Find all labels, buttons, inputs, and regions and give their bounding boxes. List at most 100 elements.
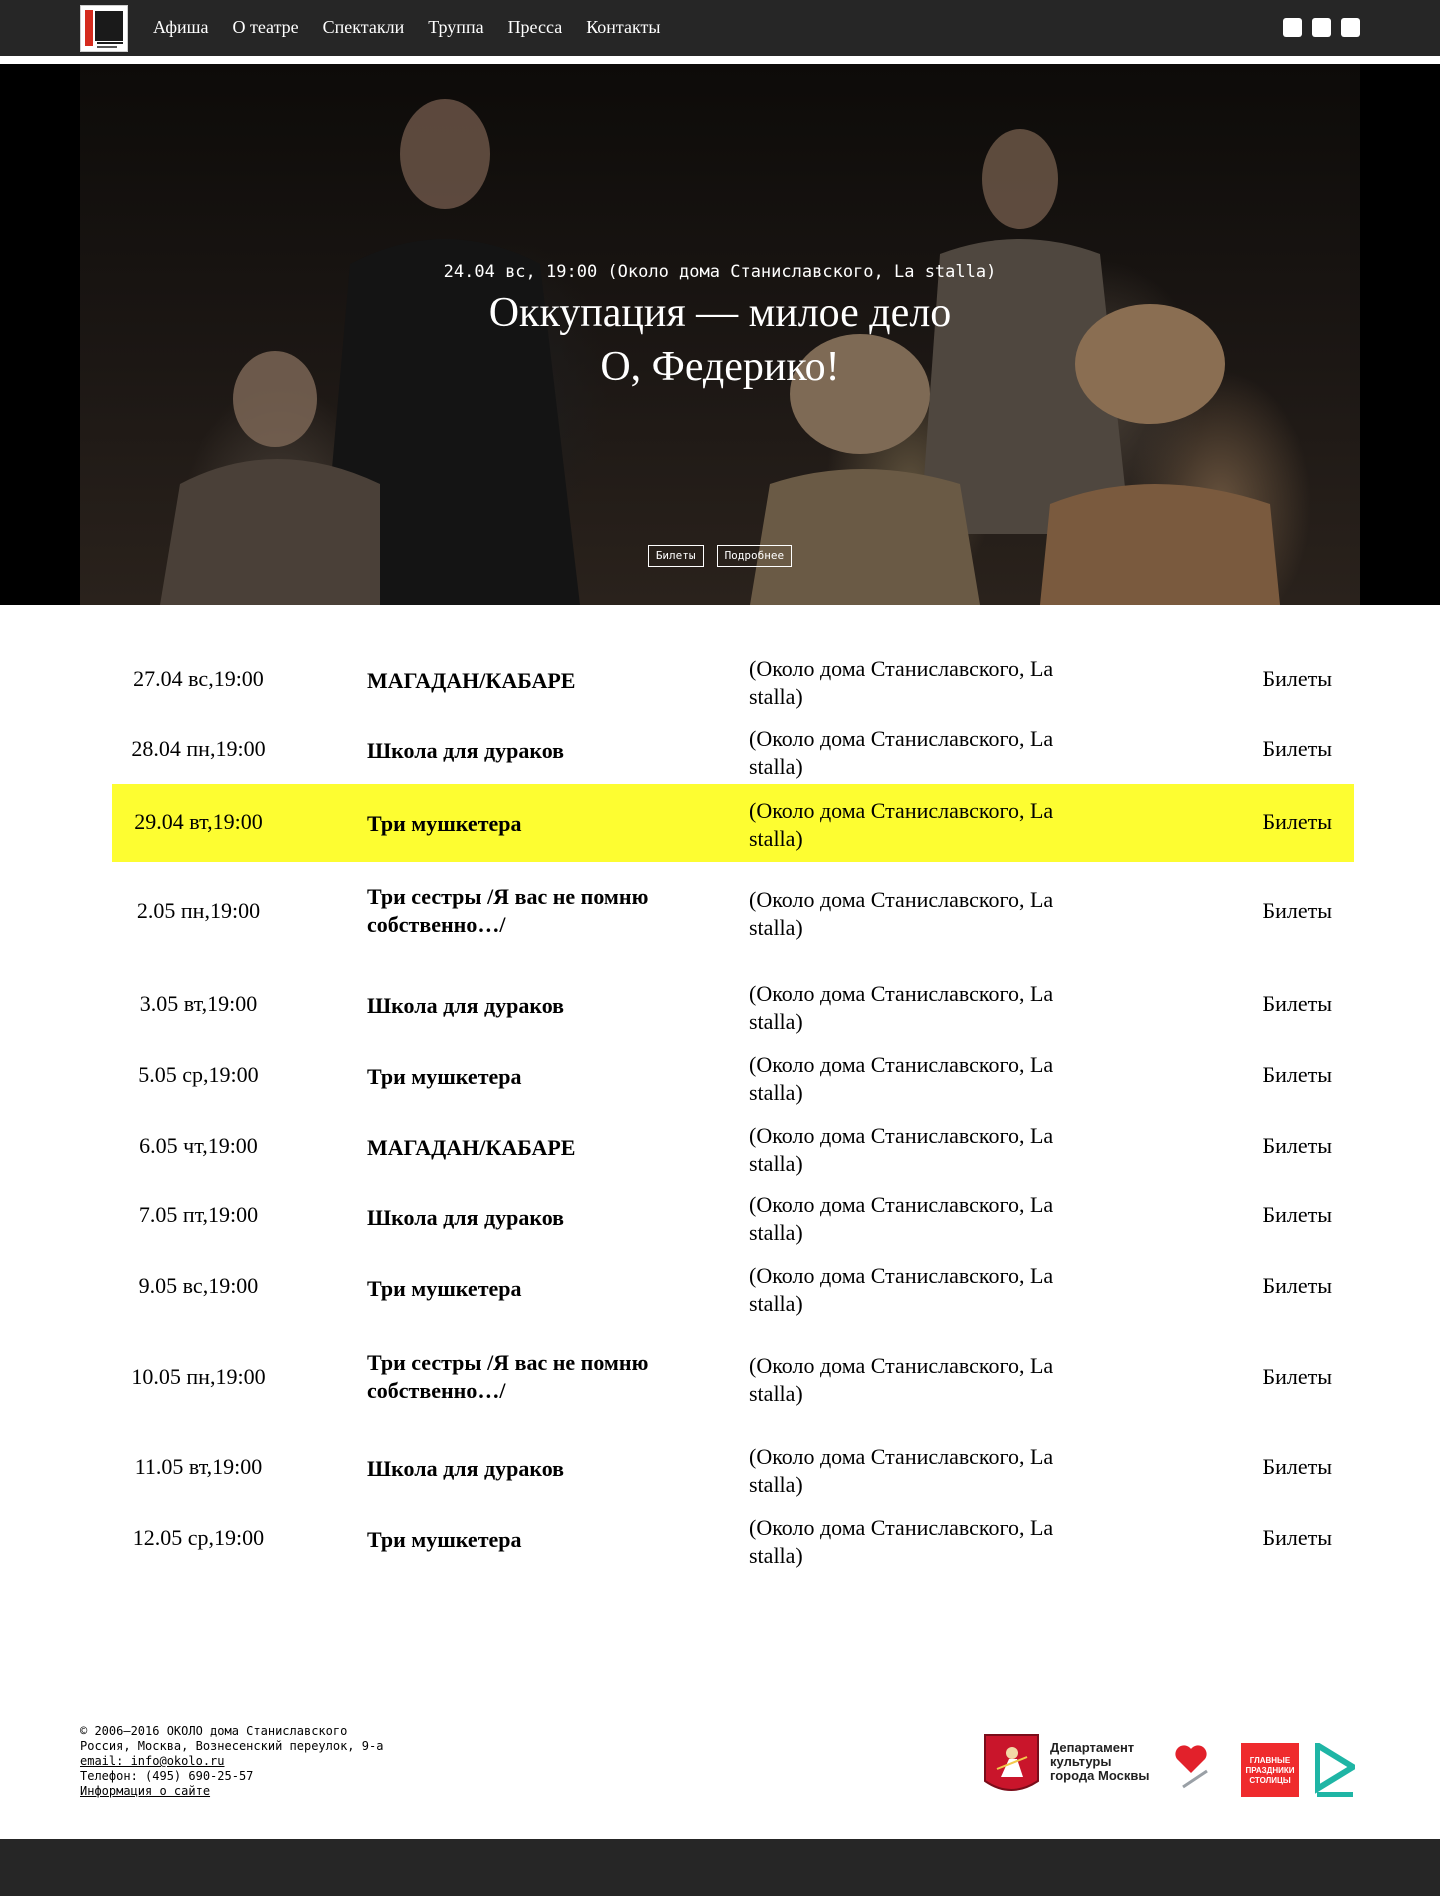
event-place: (Около дома Станиславского, La stalla) <box>749 1192 1054 1245</box>
event-place: (Около дома Станиславского, La stalla) <box>749 1353 1054 1406</box>
event-date: 29.04 вт,19:00 <box>134 809 263 834</box>
schedule-row-highlighted: 29.04 вт,19:00 Три мушкетера (Около дома… <box>112 784 1354 862</box>
i-love-moscow-icon[interactable] <box>1173 1743 1209 1789</box>
event-tickets-link[interactable]: Билеты <box>1262 665 1332 693</box>
event-title[interactable]: Три мушкетера <box>367 1526 697 1554</box>
schedule-row: 12.05 ср,19:00 Три мушкетера (Около дома… <box>112 1503 1354 1574</box>
event-tickets-link[interactable]: Билеты <box>1262 1132 1332 1160</box>
schedule-row: 2.05 пн,19:00 Три сестры /Я вас не помню… <box>112 862 1354 974</box>
event-date: 12.05 ср,19:00 <box>132 1525 265 1550</box>
footer-email-link[interactable]: email: info@okolo.ru <box>80 1754 225 1768</box>
event-date: 28.04 пн,19:00 <box>131 736 266 761</box>
event-title[interactable]: Школа для дураков <box>367 1204 697 1232</box>
event-title[interactable]: Три мушкетера <box>367 1063 697 1091</box>
moscow-crest-icon[interactable] <box>983 1733 1040 1799</box>
event-date: 7.05 пт,19:00 <box>138 1202 259 1227</box>
event-tickets-link[interactable]: Билеты <box>1262 1363 1332 1391</box>
nav-item-contacts[interactable]: Контакты <box>586 15 660 39</box>
active-citizen-icon[interactable] <box>1315 1743 1355 1799</box>
event-place: (Около дома Станиславского, La stalla) <box>749 981 1054 1034</box>
event-title[interactable]: Три сестры /Я вас не помню собственно…/ <box>367 883 697 939</box>
event-place: (Около дома Станиславского, La stalla) <box>749 1052 1054 1105</box>
schedule-row: 6.05 чт,19:00 МАГАДАН/КАБАРЕ (Около дома… <box>112 1116 1354 1186</box>
event-date: 9.05 вс,19:00 <box>138 1273 259 1298</box>
partner-logos: Департамент культуры города Москвы ГЛАВН… <box>983 1733 1355 1799</box>
event-date: 3.05 вт,19:00 <box>139 991 258 1016</box>
nav-item-shows[interactable]: Спектакли <box>323 15 405 39</box>
holidays-logo[interactable]: ГЛАВНЫЕ ПРАЗДНИКИ СТОЛИЦЫ <box>1241 1743 1299 1797</box>
event-tickets-link[interactable]: Билеты <box>1262 735 1332 763</box>
holiday-line: ПРАЗДНИКИ <box>1245 1766 1295 1775</box>
site-logo[interactable] <box>80 5 128 52</box>
nav-item-press[interactable]: Пресса <box>508 15 563 39</box>
event-title[interactable]: Школа для дураков <box>367 737 697 765</box>
nav-item-about[interactable]: О театре <box>232 15 298 39</box>
dept-line: города Москвы <box>1050 1768 1150 1783</box>
main-nav: Афиша О театре Спектакли Труппа Пресса К… <box>153 15 684 39</box>
nav-item-troupe[interactable]: Труппа <box>428 15 483 39</box>
schedule-row: 27.04 вс,19:00 МАГАДАН/КАБАРЕ (Около дом… <box>112 642 1354 712</box>
event-place: (Около дома Станиславского, La stalla) <box>749 1123 1054 1176</box>
event-tickets-link[interactable]: Билеты <box>1262 1272 1332 1300</box>
event-tickets-link[interactable]: Билеты <box>1262 1201 1332 1229</box>
event-place: (Около дома Станиславского, La stalla) <box>749 798 1054 851</box>
schedule-row: 10.05 пн,19:00 Три сестры /Я вас не помн… <box>112 1342 1354 1432</box>
event-tickets-link[interactable]: Билеты <box>1262 808 1332 836</box>
hero-title-line[interactable]: Оккупация — милое дело <box>0 286 1440 340</box>
hero-banner: 24.04 вс, 19:00 (Около дома Станиславско… <box>0 64 1440 605</box>
event-tickets-link[interactable]: Билеты <box>1262 1524 1332 1552</box>
schedule-list: 27.04 вс,19:00 МАГАДАН/КАБАРЕ (Около дом… <box>112 642 1354 1574</box>
social-icon[interactable] <box>1283 18 1302 37</box>
footer-about-link[interactable]: Информация о сайте <box>80 1784 210 1798</box>
dept-line: культуры <box>1050 1754 1112 1769</box>
social-icon[interactable] <box>1312 18 1331 37</box>
event-place: (Около дома Станиславского, La stalla) <box>749 1444 1054 1497</box>
top-bar: Афиша О театре Спектакли Труппа Пресса К… <box>0 0 1440 64</box>
event-date: 27.04 вс,19:00 <box>133 666 264 691</box>
dept-culture-logo[interactable]: Департамент культуры города Москвы <box>1050 1741 1170 1783</box>
event-title[interactable]: Три мушкетера <box>367 810 697 838</box>
footer-info: © 2006–2016 ОКОЛО дома Станиславского Ро… <box>80 1724 680 1799</box>
hero-title: Оккупация — милое дело О, Федерико! <box>0 286 1440 394</box>
event-date: 2.05 пн,19:00 <box>136 898 261 923</box>
holiday-line: ГЛАВНЫЕ <box>1249 1756 1291 1765</box>
event-tickets-link[interactable]: Билеты <box>1262 990 1332 1018</box>
social-links <box>1283 18 1360 37</box>
logo-red-stripe <box>85 10 93 46</box>
schedule-row: 3.05 вт,19:00 Школа для дураков (Около д… <box>112 974 1354 1045</box>
event-title[interactable]: Три сестры /Я вас не помню собственно…/ <box>367 1349 697 1405</box>
logo-line <box>97 42 123 44</box>
dept-line: Департамент <box>1050 1740 1135 1755</box>
event-title[interactable]: МАГАДАН/КАБАРЕ <box>367 1134 697 1162</box>
event-title[interactable]: Школа для дураков <box>367 992 697 1020</box>
nav-item-afisha[interactable]: Афиша <box>153 15 208 39</box>
event-date: 5.05 ср,19:00 <box>138 1062 259 1087</box>
social-icon[interactable] <box>1341 18 1360 37</box>
schedule-row: 9.05 вс,19:00 Три мушкетера (Около дома … <box>112 1257 1354 1342</box>
event-tickets-link[interactable]: Билеты <box>1262 1453 1332 1481</box>
schedule-row: 5.05 ср,19:00 Три мушкетера (Около дома … <box>112 1045 1354 1116</box>
hero-tickets-button[interactable]: Билеты <box>647 545 704 567</box>
event-title[interactable]: Школа для дураков <box>367 1455 697 1483</box>
holiday-line: СТОЛИЦЫ <box>1249 1776 1291 1785</box>
schedule-row: 28.04 пн,19:00 Школа для дураков (Около … <box>112 712 1354 784</box>
bottom-bar <box>0 1839 1440 1896</box>
event-place: (Около дома Станиславского, La stalla) <box>749 1515 1054 1568</box>
footer-copyright: © 2006–2016 ОКОЛО дома Станиславского <box>80 1724 348 1738</box>
event-tickets-link[interactable]: Билеты <box>1262 897 1332 925</box>
logo-black-block <box>95 11 123 41</box>
hero-event-meta: 24.04 вс, 19:00 (Около дома Станиславско… <box>443 262 997 282</box>
schedule-row: 11.05 вт,19:00 Школа для дураков (Около … <box>112 1432 1354 1503</box>
event-title[interactable]: Три мушкетера <box>367 1275 697 1303</box>
footer-phone: Телефон: (495) 690-25-57 <box>80 1769 254 1783</box>
event-place: (Около дома Станиславского, La stalla) <box>749 1263 1054 1316</box>
logo-line <box>97 46 117 48</box>
event-title[interactable]: МАГАДАН/КАБАРЕ <box>367 667 697 695</box>
event-date: 6.05 чт,19:00 <box>139 1133 258 1158</box>
event-place: (Около дома Станиславского, La stalla) <box>749 656 1054 709</box>
event-tickets-link[interactable]: Билеты <box>1262 1061 1332 1089</box>
schedule-row: 7.05 пт,19:00 Школа для дураков (Около д… <box>112 1186 1354 1257</box>
hero-title-line[interactable]: О, Федерико! <box>0 340 1440 394</box>
hero-more-button[interactable]: Подробнее <box>716 545 793 567</box>
event-date: 10.05 пн,19:00 <box>131 1364 266 1389</box>
